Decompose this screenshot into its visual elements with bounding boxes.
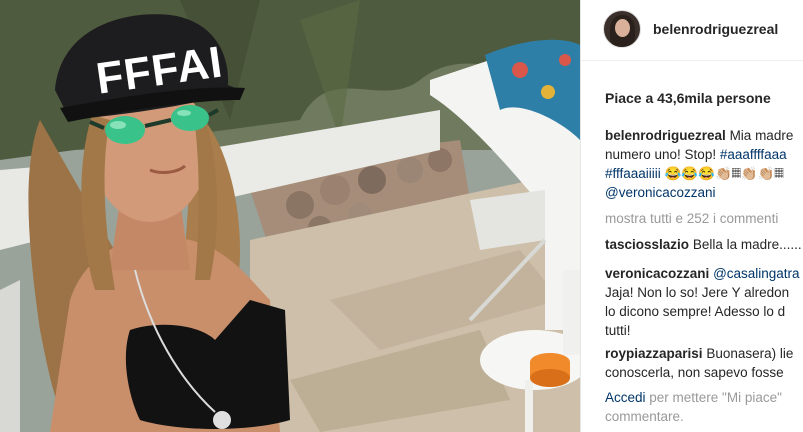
hashtag-link[interactable]: #aaaffffaaa — [720, 147, 787, 162]
login-link[interactable]: Accedi — [605, 390, 646, 405]
caption-line: #fffaaaiiiii 😂😂😂👏🏼𝄜👏🏼👏🏼𝄜 — [605, 164, 803, 183]
login-prompt-text: per mettere "Mi piace" — [645, 390, 782, 405]
avatar[interactable] — [603, 10, 641, 48]
login-prompt-line: Accedi per mettere "Mi piace" — [605, 388, 782, 407]
comment-text: Bella la madre...... — [692, 237, 802, 252]
hashtag-link[interactable]: #fffaaaiiiii — [605, 166, 661, 181]
comments-list: belenrodriguezreal Mia madre numero uno!… — [605, 126, 803, 382]
login-prompt: Accedi per mettere "Mi piace" commentare… — [605, 388, 782, 426]
mention-link[interactable]: @veronicacozzani — [605, 185, 716, 200]
comment-gap — [605, 254, 803, 264]
post-details-panel: belenrodriguezreal Piace a 43,6mila pers… — [580, 0, 803, 432]
comment-item: veronicacozzani @casalingatra — [605, 264, 803, 283]
login-prompt-text: commentare. — [605, 409, 684, 424]
comment-author[interactable]: tasciosslazio — [605, 237, 689, 252]
comment-text: Jaja! Non lo so! Jere Y alredon — [605, 285, 790, 300]
avatar-face — [615, 19, 630, 37]
header-username[interactable]: belenrodriguezreal — [653, 21, 778, 37]
comment-author[interactable]: roypiazzaparisi — [605, 346, 703, 361]
show-all-comments-link[interactable]: mostra tutti e 252 i commenti — [605, 209, 803, 228]
caption-text: Mia madre — [729, 128, 794, 143]
photo-illustration — [0, 0, 580, 432]
mention-link[interactable]: @casalingatra — [713, 266, 800, 281]
comment-text: conoscerla, non sapevo fosse — [605, 365, 784, 380]
post-photo[interactable]: FFFAI — [0, 0, 580, 432]
caption-text: numero uno! Stop! — [605, 147, 720, 162]
comment-author[interactable]: veronicacozzani — [605, 266, 709, 281]
caption-author[interactable]: belenrodriguezreal — [605, 128, 726, 143]
likes-count[interactable]: Piace a 43,6mila persone — [605, 90, 771, 106]
post-header: belenrodriguezreal — [581, 0, 803, 61]
caption-line: numero uno! Stop! #aaaffffaaa — [605, 145, 803, 164]
comment-item: tasciosslazio Bella la madre...... — [605, 235, 803, 254]
comment-text: lo dicono sempre! Adesso lo d — [605, 304, 786, 319]
caption-emoji: 😂😂😂👏🏼𝄜👏🏼👏🏼𝄜 — [660, 166, 784, 181]
caption-line: @veronicacozzani — [605, 183, 803, 202]
caption-line: belenrodriguezreal Mia madre — [605, 126, 803, 145]
comment-text: tutti! — [605, 323, 631, 338]
comment-text: Buonasera) lie — [706, 346, 794, 361]
comment-item: roypiazzaparisi Buonasera) lie — [605, 344, 803, 363]
